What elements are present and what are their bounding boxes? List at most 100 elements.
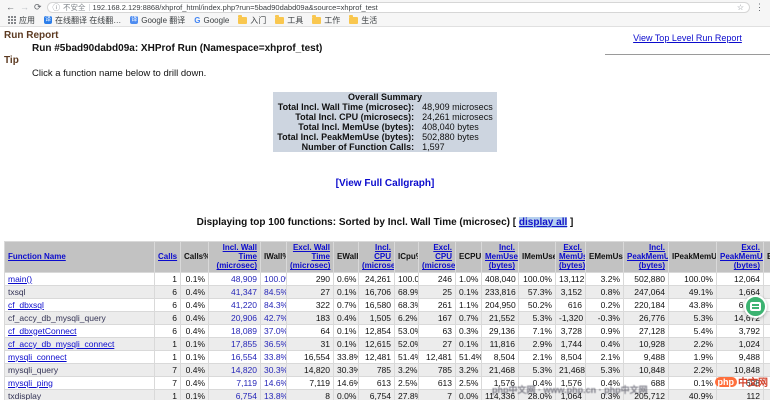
- metric-cell: 12,064: [717, 272, 764, 285]
- function-link[interactable]: mysqli_ping: [8, 378, 53, 388]
- refresh-icon[interactable]: ⟳: [34, 0, 42, 14]
- metric-cell: 0.4%: [586, 376, 624, 389]
- function-link[interactable]: mysqli_connect: [8, 352, 67, 362]
- summary-value: 408,040 bytes: [418, 122, 497, 132]
- metric-cell: 1.1%: [456, 298, 482, 311]
- column-header-iwall: IWall%: [261, 242, 287, 273]
- metric-cell: 0.2%: [764, 337, 770, 350]
- bookmark-label: Google 翻译: [141, 15, 185, 26]
- metric-cell: 8,504: [482, 350, 519, 363]
- bookmark-item[interactable]: 译Google 翻译: [130, 15, 185, 26]
- metric-cell: 57.3%: [519, 285, 556, 298]
- metric-cell: 204,950: [482, 298, 519, 311]
- view-top-level-link[interactable]: View Top Level Run Report: [633, 33, 742, 43]
- column-header-excl-cpu-microsec[interactable]: Excl. CPU (microsec): [419, 242, 456, 273]
- metric-cell: 502,880: [624, 272, 669, 285]
- metric-cell: 1,576: [482, 376, 519, 389]
- column-header-excl-memuse-bytes[interactable]: Excl. MemUse (bytes): [556, 242, 586, 273]
- metric-cell: 0.4%: [181, 376, 209, 389]
- bookmark-item[interactable]: 生活: [349, 15, 377, 26]
- column-header-incl-peakmemuse-bytes[interactable]: Incl. PeakMemUse (bytes): [624, 242, 669, 273]
- metric-cell: 14,820: [209, 363, 261, 376]
- back-icon[interactable]: ←: [6, 0, 15, 14]
- table-row: main()10.1%48,909100.0%2900.6%24,261100.…: [5, 272, 770, 285]
- summary-label: Number of Function Calls:: [273, 142, 418, 152]
- summary-title: Overall Summary: [273, 92, 496, 102]
- metric-cell: 13.8%: [261, 389, 287, 400]
- function-link[interactable]: cf_accy_db_mysqli_query: [8, 313, 106, 323]
- summary-row: Total Incl. CPU (microsecs):24,261 micro…: [273, 112, 496, 122]
- metric-cell: 8,504: [556, 350, 586, 363]
- metric-cell: 20,906: [209, 311, 261, 324]
- bookmark-item[interactable]: 译在线翻译 在线翻…: [44, 15, 121, 26]
- function-link[interactable]: txsql: [8, 287, 25, 297]
- column-header-excl-wall-time-microsec[interactable]: Excl. Wall Time (microsec): [287, 242, 334, 273]
- metric-cell: 28.0%: [519, 389, 556, 400]
- column-header-ipeakmemuse: IPeakMemUse%: [669, 242, 717, 273]
- metric-cell: 3.2%: [395, 363, 419, 376]
- metric-cell: 1,576: [556, 376, 586, 389]
- metric-cell: 100.0%: [395, 272, 419, 285]
- metric-cell: 2.2%: [669, 363, 717, 376]
- site-watermark: php 中文网: [715, 374, 769, 389]
- function-name-cell: cf_dbxsql: [5, 298, 155, 311]
- metric-cell: 64: [287, 324, 334, 337]
- metric-cell: 0.9%: [586, 324, 624, 337]
- column-header-ewall: EWall%: [334, 242, 359, 273]
- metric-cell: 0.1%: [334, 324, 359, 337]
- metric-cell: 3.2%: [456, 363, 482, 376]
- column-header-function-name[interactable]: Function Name: [5, 242, 155, 273]
- metric-cell: 0.1%: [669, 376, 717, 389]
- metric-cell: 100.0%: [519, 272, 556, 285]
- function-link[interactable]: mysqli_query: [8, 365, 58, 375]
- apps-button[interactable]: 应用: [8, 15, 35, 26]
- table-row: mysqli_connect10.1%16,55433.8%16,55433.8…: [5, 350, 770, 363]
- browser-menu-icon[interactable]: ⋮: [755, 2, 764, 13]
- metric-cell: 5.3%: [519, 363, 556, 376]
- function-link[interactable]: main(): [8, 274, 32, 284]
- chat-widget-icon: [750, 302, 761, 311]
- view-full-callgraph-link[interactable]: [View Full Callgraph]: [336, 178, 435, 189]
- metric-cell: 3,152: [556, 285, 586, 298]
- metric-cell: 27: [419, 337, 456, 350]
- bookmark-item[interactable]: 工具: [275, 15, 303, 26]
- table-row: mysqli_query70.4%14,82030.3%14,82030.3%7…: [5, 363, 770, 376]
- info-icon[interactable]: ⓘ: [53, 2, 61, 13]
- metric-cell: 290: [287, 272, 334, 285]
- metric-cell: 0.1%: [181, 350, 209, 363]
- column-header-incl-wall-time-microsec[interactable]: Incl. Wall Time (microsec): [209, 242, 261, 273]
- summary-value: 502,880 bytes: [418, 132, 497, 142]
- column-header-calls[interactable]: Calls: [155, 242, 181, 273]
- metric-cell: 7,119: [209, 376, 261, 389]
- bookmark-star-icon[interactable]: ☆: [737, 3, 744, 12]
- forward-icon[interactable]: →: [20, 0, 29, 14]
- function-link[interactable]: cf_dbxsql: [8, 300, 44, 310]
- bookmark-item[interactable]: 工作: [312, 15, 340, 26]
- display-all-link[interactable]: display all: [519, 217, 567, 228]
- metric-cell: 7,119: [287, 376, 334, 389]
- metric-cell: 205,712: [624, 389, 669, 400]
- bookmark-item[interactable]: 入门: [238, 15, 266, 26]
- metric-cell: 0.4%: [181, 363, 209, 376]
- column-header-excl-peakmemuse-bytes[interactable]: Excl. PeakMemUse (bytes): [717, 242, 764, 273]
- metric-cell: 6: [155, 311, 181, 324]
- metric-cell: 1: [155, 350, 181, 363]
- metric-cell: 7: [419, 389, 456, 400]
- metric-cell: 21,468: [556, 363, 586, 376]
- address-bar[interactable]: ⓘ 不安全 192.168.2.129:8868/xhprof_html/ind…: [47, 2, 750, 13]
- site-name: 中文网: [738, 374, 768, 389]
- column-header-incl-cpu-microsecs[interactable]: Incl. CPU (microsecs): [359, 242, 395, 273]
- column-header-incl-memuse-bytes[interactable]: Incl. MemUse (bytes): [482, 242, 519, 273]
- metric-cell: 0.8%: [586, 285, 624, 298]
- function-link[interactable]: cf_accy_db_mysqli_connect: [8, 339, 114, 349]
- function-link[interactable]: cf_dbxgetConnect: [8, 326, 77, 336]
- floating-chat-widget[interactable]: [744, 295, 767, 318]
- metric-cell: 37.0%: [261, 324, 287, 337]
- function-link[interactable]: txdisplay: [8, 391, 41, 400]
- bookmark-label: 入门: [250, 15, 266, 26]
- function-name-cell: mysqli_connect: [5, 350, 155, 363]
- metric-cell: 8: [287, 389, 334, 400]
- summary-label: Total Incl. MemUse (bytes):: [273, 122, 418, 132]
- bookmark-item[interactable]: GGoogle: [194, 16, 229, 25]
- metric-cell: 0.3%: [456, 324, 482, 337]
